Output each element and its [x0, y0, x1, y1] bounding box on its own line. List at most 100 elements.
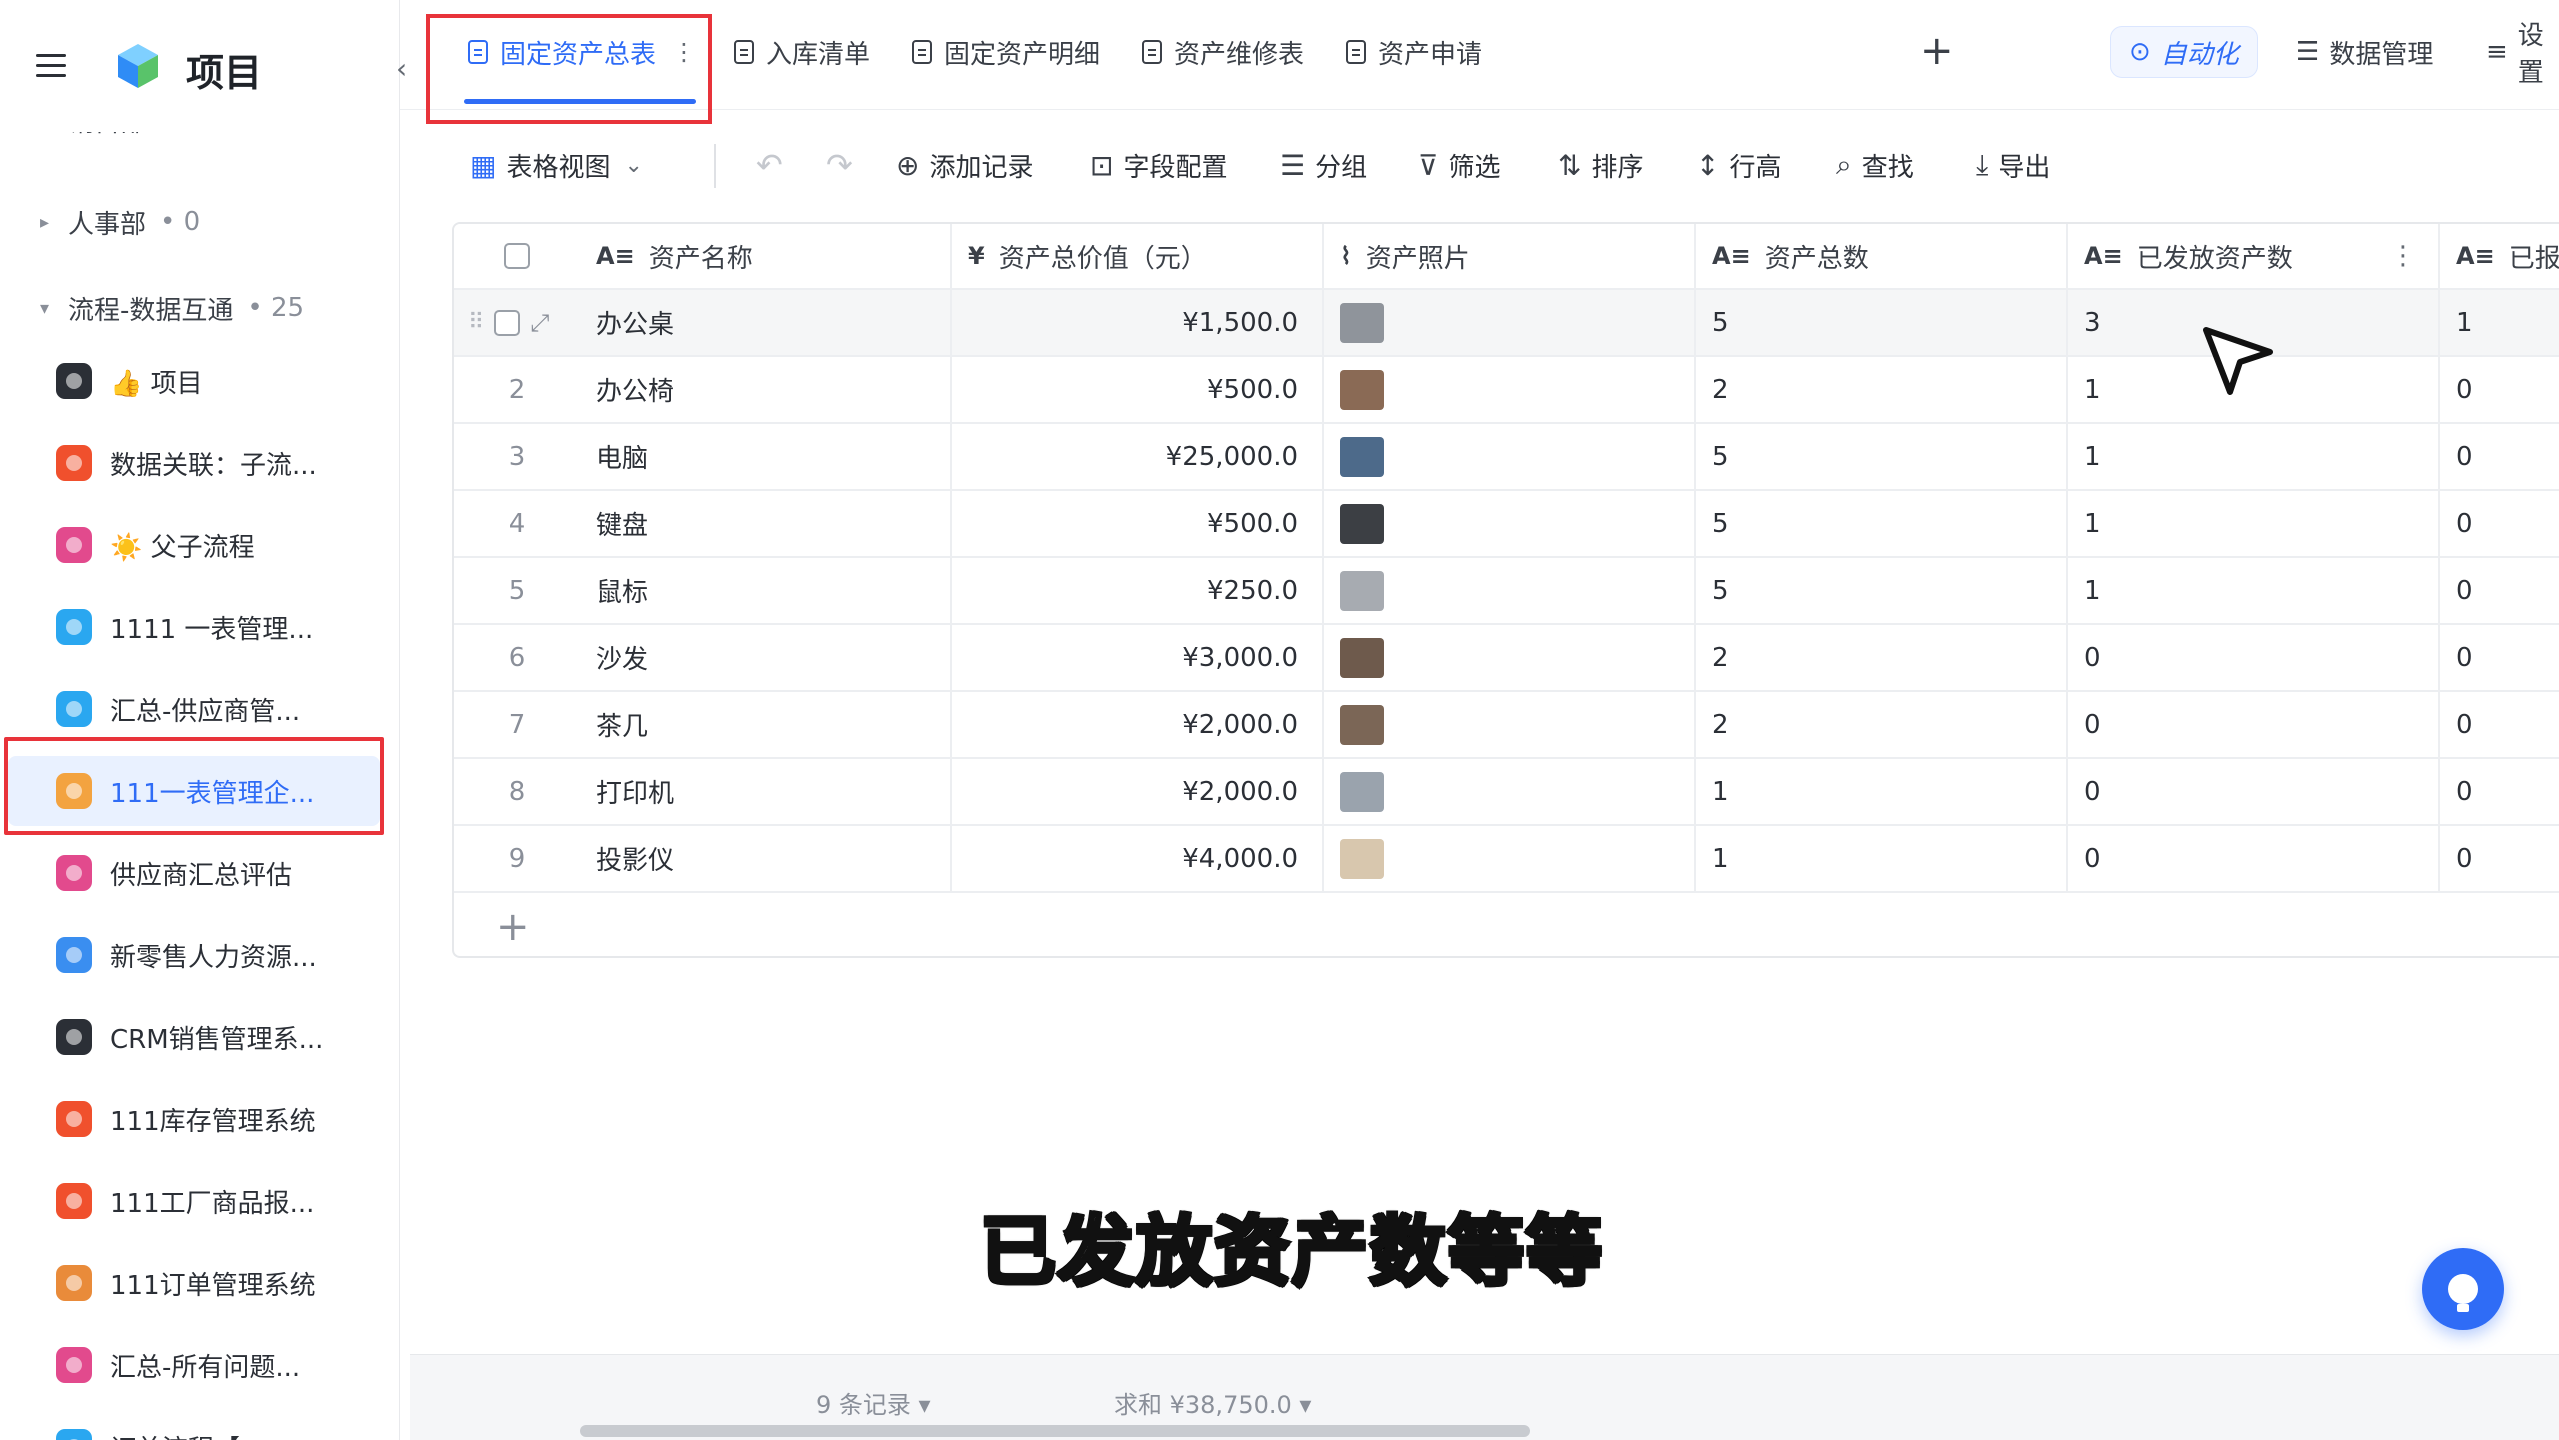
asset-value-cell[interactable]: ¥4,000.0	[952, 826, 1324, 891]
asset-value-cell[interactable]: ¥500.0	[952, 357, 1324, 422]
asset-issued-cell[interactable]: 0	[2068, 692, 2440, 757]
asset-name-cell[interactable]: 投影仪	[580, 826, 952, 891]
asset-issued-cell[interactable]: 0	[2068, 759, 2440, 824]
row-index[interactable]: 7	[454, 692, 580, 757]
asset-issued-cell[interactable]: 1	[2068, 424, 2440, 489]
column-menu-icon[interactable]: ⋮	[2390, 241, 2416, 271]
asset-total-cell[interactable]: 5	[1696, 290, 2068, 355]
asset-value-cell[interactable]: ¥3,000.0	[952, 625, 1324, 690]
sidebar-group-hr[interactable]: ▸ 人事部 • 0	[40, 192, 200, 252]
sidebar-item[interactable]: 111订单管理系统	[8, 1248, 380, 1318]
sidebar-item[interactable]: 新零售人力资源...	[8, 920, 380, 990]
asset-name-cell[interactable]: 办公桌	[580, 290, 952, 355]
asset-value-cell[interactable]: ¥500.0	[952, 491, 1324, 556]
column-header-name[interactable]: A≡ 资产名称	[580, 224, 952, 288]
tab-fixed-assets-summary[interactable]: 固定资产总表 ⋮	[468, 24, 696, 80]
tab-fixed-assets-detail[interactable]: 固定资产明细	[912, 24, 1100, 80]
row-index[interactable]: 5	[454, 558, 580, 623]
asset-name-cell[interactable]: 键盘	[580, 491, 952, 556]
asset-value-cell[interactable]: ¥1,500.0	[952, 290, 1324, 355]
horizontal-scrollbar[interactable]	[580, 1425, 1530, 1437]
sidebar-item[interactable]: CRM销售管理系...	[8, 1002, 380, 1072]
data-manage-button[interactable]: ☰ 数据管理	[2296, 26, 2433, 78]
add-record-button[interactable]: ⊕ 添加记录	[896, 140, 1033, 190]
sidebar-item[interactable]: 供应商汇总评估	[8, 838, 380, 908]
table-row[interactable]: 5 鼠标 ¥250.0 5 1 0	[454, 558, 2559, 625]
asset-photo-cell[interactable]	[1324, 759, 1696, 824]
asset-issued-cell[interactable]: 0	[2068, 625, 2440, 690]
asset-total-cell[interactable]: 1	[1696, 759, 2068, 824]
asset-photo-thumbnail[interactable]	[1340, 637, 1384, 678]
expand-row-icon[interactable]: ⤢	[530, 309, 549, 337]
row-index[interactable]: 3	[454, 424, 580, 489]
asset-reported-cell[interactable]: 0	[2440, 759, 2559, 824]
asset-reported-cell[interactable]: 0	[2440, 357, 2559, 422]
undo-button[interactable]: ↶	[756, 140, 793, 190]
asset-total-cell[interactable]: 5	[1696, 558, 2068, 623]
asset-photo-cell[interactable]	[1324, 357, 1696, 422]
asset-total-cell[interactable]: 5	[1696, 491, 2068, 556]
asset-total-cell[interactable]: 5	[1696, 424, 2068, 489]
asset-reported-cell[interactable]: 0	[2440, 424, 2559, 489]
asset-total-cell[interactable]: 1	[1696, 826, 2068, 891]
asset-total-cell[interactable]: 2	[1696, 692, 2068, 757]
asset-reported-cell[interactable]: 0	[2440, 692, 2559, 757]
table-row[interactable]: 9 投影仪 ¥4,000.0 1 0 0	[454, 826, 2559, 893]
settings-button[interactable]: ≡ 设置	[2486, 21, 2559, 88]
add-tab-icon[interactable]: +	[1920, 28, 1954, 74]
asset-name-cell[interactable]: 办公椅	[580, 357, 952, 422]
redo-button[interactable]: ↷	[826, 140, 863, 190]
row-index[interactable]: 9	[454, 826, 580, 891]
tab-asset-repair[interactable]: 资产维修表	[1142, 24, 1304, 80]
row-index[interactable]: 4	[454, 491, 580, 556]
filter-button[interactable]: ⊽ 筛选	[1418, 140, 1501, 190]
drag-handle-icon[interactable]: ⠿	[468, 310, 484, 335]
table-row[interactable]: 8 打印机 ¥2,000.0 1 0 0	[454, 759, 2559, 826]
asset-photo-thumbnail[interactable]	[1340, 503, 1384, 544]
sum-stat[interactable]: 求和 ¥38,750.0 ▾	[1114, 1385, 1311, 1420]
asset-name-cell[interactable]: 打印机	[580, 759, 952, 824]
asset-total-cell[interactable]: 2	[1696, 625, 2068, 690]
collapse-sidebar-icon[interactable]: ‹	[396, 52, 420, 85]
column-header-value[interactable]: ¥ 资产总价值（元）	[952, 224, 1324, 288]
sidebar-item[interactable]: 👍 项目	[8, 346, 380, 416]
tab-inbound-list[interactable]: 入库清单	[734, 24, 870, 80]
row-index[interactable]: ⠿ ⤢	[454, 290, 580, 355]
asset-photo-thumbnail[interactable]	[1340, 771, 1384, 812]
asset-reported-cell[interactable]: 1	[2440, 290, 2559, 355]
table-row[interactable]: 4 键盘 ¥500.0 5 1 0	[454, 491, 2559, 558]
group-button[interactable]: ☰ 分组	[1280, 140, 1367, 190]
table-row[interactable]: 7 茶几 ¥2,000.0 2 0 0	[454, 692, 2559, 759]
column-header-issued[interactable]: A≡ 已发放资产数 ⋮	[2068, 224, 2440, 288]
sidebar-item[interactable]: 数据关联：子流...	[8, 428, 380, 498]
sidebar-item[interactable]: 汇总-供应商管...	[8, 674, 380, 744]
sidebar-group-process[interactable]: ▾ 流程-数据互通 • 25	[40, 278, 304, 338]
row-index[interactable]: 6	[454, 625, 580, 690]
asset-issued-cell[interactable]: 1	[2068, 558, 2440, 623]
help-button[interactable]	[2422, 1248, 2504, 1330]
asset-reported-cell[interactable]: 0	[2440, 558, 2559, 623]
more-vertical-icon[interactable]: ⋮	[672, 38, 696, 66]
column-header-reported[interactable]: A≡ 已报	[2440, 224, 2559, 288]
sidebar-item[interactable]: 1111 一表管理...	[8, 592, 380, 662]
add-row-button[interactable]: +	[454, 894, 2559, 956]
sidebar-item[interactable]: 汇总-所有问题...	[8, 1330, 380, 1400]
asset-reported-cell[interactable]: 0	[2440, 625, 2559, 690]
asset-name-cell[interactable]: 电脑	[580, 424, 952, 489]
asset-photo-cell[interactable]	[1324, 826, 1696, 891]
asset-photo-thumbnail[interactable]	[1340, 369, 1384, 410]
field-config-button[interactable]: ⊡ 字段配置	[1090, 140, 1227, 190]
row-index[interactable]: 2	[454, 357, 580, 422]
asset-photo-cell[interactable]	[1324, 290, 1696, 355]
export-button[interactable]: ⤓ 导出	[1976, 140, 2050, 190]
find-button[interactable]: ⌕ 查找	[1836, 140, 1914, 190]
automation-button[interactable]: ⊙ 自动化	[2110, 26, 2258, 78]
sidebar-item[interactable]: 111一表管理企...	[8, 756, 380, 826]
asset-photo-thumbnail[interactable]	[1340, 838, 1384, 879]
asset-value-cell[interactable]: ¥2,000.0	[952, 759, 1324, 824]
asset-value-cell[interactable]: ¥2,000.0	[952, 692, 1324, 757]
table-row[interactable]: 3 电脑 ¥25,000.0 5 1 0	[454, 424, 2559, 491]
asset-photo-cell[interactable]	[1324, 491, 1696, 556]
row-height-button[interactable]: ↕ 行高	[1696, 140, 1781, 190]
tab-asset-request[interactable]: 资产申请	[1346, 24, 1482, 80]
